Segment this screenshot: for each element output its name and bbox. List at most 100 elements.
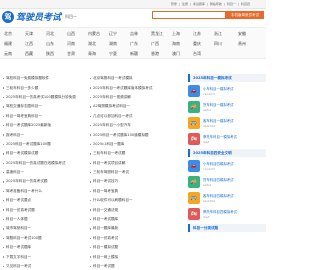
article-link[interactable]: 2025年科目一视频讲解 [90, 93, 152, 102]
province-link[interactable]: 云南 [4, 51, 12, 57]
province-link[interactable]: 北京 [4, 31, 12, 37]
site-logo[interactable]: 驾 驾驶员考试 科目一 [2, 10, 77, 23]
article-link[interactable]: A2驾照模拟考试科目一 [90, 102, 152, 111]
article-link[interactable]: 2025科目一考试题库100题 [3, 140, 76, 149]
bullet-icon [3, 209, 5, 211]
article-link[interactable]: 城市驾驶科目一 [3, 224, 76, 233]
province-link[interactable]: 西藏 [25, 51, 33, 57]
article-link[interactable]: 科目一仿真考试 [90, 234, 152, 243]
article-link[interactable]: 科目一仿真考试题 [3, 205, 76, 214]
mobile-version-button[interactable]: 手机版驾驶员考试 [226, 11, 264, 19]
province-link[interactable]: 新疆 [130, 51, 138, 57]
exam-card[interactable]: 🚚 货车科目四模拟考试 a2/b2 [188, 175, 266, 189]
exam-card[interactable]: 🏍 摩托车科目一模拟考试 d/e/f [188, 132, 266, 146]
article-link[interactable]: 科目一考试要点 [3, 196, 76, 205]
article-link[interactable]: 科目一模拟试题 [90, 243, 152, 252]
province-link[interactable]: 山西 [67, 31, 75, 37]
top-link[interactable]: 注册 [182, 2, 188, 6]
province-link[interactable]: 江西 [25, 41, 33, 47]
province-link[interactable]: 重庆 [193, 41, 201, 47]
exam-card[interactable]: 🚌 客车科目一模拟考试 a1/a3/b1 [188, 116, 266, 130]
exam-card-text: 小车科目四模拟考试 c1/c2/c3 [203, 161, 234, 171]
province-link[interactable]: 澳门 [172, 51, 180, 57]
article-link[interactable]: 报考科目一 [3, 130, 76, 139]
province-link[interactable]: 青海 [88, 51, 96, 57]
article-link[interactable]: 科目一考试题 [90, 262, 152, 270]
article-link[interactable]: 2025年科目一仿真试题在线模拟考试 [3, 159, 76, 168]
article-link[interactable]: 什么软件可以刷题科目一 [90, 196, 152, 205]
article-link[interactable]: 科目一网上模拟 [90, 252, 152, 261]
province-link[interactable]: 山东 [46, 41, 54, 47]
article-link[interactable]: 科目一交通法规 [90, 205, 152, 214]
province-link[interactable]: 湖南 [109, 41, 117, 47]
article-link[interactable]: 科目一考试题库 [3, 243, 76, 252]
province-link[interactable]: 福建 [4, 41, 12, 47]
top-link-divider: | [178, 2, 180, 6]
article-link[interactable]: 2025年科目一仿真考试100题模拟分钟免费 [3, 93, 76, 102]
province-link[interactable]: 海南 [172, 41, 180, 47]
article-link[interactable]: 驾考准备科目一考什么 [3, 187, 76, 196]
article-link[interactable]: 三轮车驾照科目一考试 [90, 168, 152, 177]
province-link[interactable]: 黑龙江 [151, 31, 163, 37]
article-link[interactable]: 三轮车科目一多少题 [3, 83, 76, 92]
province-link[interactable]: 台湾 [193, 51, 201, 57]
article-title: 三轮车驾照科目一考试 [92, 170, 129, 175]
province-link[interactable]: 甘肃 [67, 51, 75, 57]
province-link[interactable]: 广西 [151, 41, 159, 47]
article-link[interactable]: 科目一考试技巧 [90, 177, 152, 186]
article-link[interactable]: 科目一考试模拟试题 [3, 149, 76, 158]
exam-card-license-types: a1/a3/b1 [203, 199, 216, 203]
article-link[interactable]: 高速科目一 [3, 168, 76, 177]
province-link[interactable]: 贵州 [238, 41, 246, 47]
top-link[interactable]: 科目一 [227, 2, 236, 6]
exam-card[interactable]: 🚗 小车科目四模拟考试 c1/c2/c3 [188, 159, 266, 173]
top-bar: 登录 | 注册 | 考试题库 | 网站导航 | 科目一 | 科目四 [0, 0, 266, 9]
top-link[interactable]: 登录 [171, 2, 177, 6]
article-link[interactable]: 2025科目一考试题库100道模拟题 [90, 130, 152, 139]
province-link[interactable]: 湖北 [88, 41, 96, 47]
search-input[interactable] [153, 12, 225, 18]
article-link[interactable]: 科目一驾考宝典科目一 [3, 112, 76, 121]
province-link[interactable]: 江苏 [193, 31, 201, 37]
province-link[interactable]: 四川 [214, 41, 222, 47]
top-link[interactable]: 考试题库 [193, 2, 205, 6]
article-link[interactable]: 2025c1科目一题库 [90, 140, 152, 149]
article-link[interactable]: 驾校科目一免费模拟题软件 [3, 74, 76, 83]
province-link[interactable]: 陕西 [46, 51, 54, 57]
province-link[interactable]: 辽宁 [109, 31, 117, 37]
exam-card[interactable]: 🚗 小车科目一模拟考试 c1/c2/c3 [188, 84, 266, 98]
article-link[interactable]: 驾校交通标志图科目一 [3, 102, 76, 111]
top-link[interactable]: 科目四 [241, 2, 250, 6]
exam-card[interactable]: 🏍 摩托车科目四模拟考试 d/e/f [188, 207, 266, 221]
province-link[interactable]: 浙江 [214, 31, 222, 37]
exam-card[interactable]: 🚌 客车科目四模拟考试 a1/a3/b1 [188, 191, 266, 205]
article-link[interactable]: 2025年科目一考试题库版本模拟考试 [90, 83, 152, 92]
province-link[interactable]: 内蒙古 [88, 31, 100, 37]
article-link[interactable]: 2025年科目一仿真考试题 [3, 177, 76, 186]
exam-card[interactable]: 🚚 货车科目一模拟考试 a2/b2 [188, 100, 266, 114]
article-link[interactable]: 北京驾照科目一考试模拟 [90, 74, 152, 83]
province-link[interactable]: 香港 [151, 51, 159, 57]
article-link[interactable]: 科目一考试项目讲解 [90, 159, 152, 168]
article-link[interactable]: 下载文字科目一 [3, 252, 76, 261]
article-link[interactable]: 几点可以参加科目一考试 [90, 112, 152, 121]
top-link-divider: | [237, 2, 239, 6]
province-link[interactable]: 广东 [130, 41, 138, 47]
province-link[interactable]: 吉林 [130, 31, 138, 37]
province-link[interactable]: 上海 [172, 31, 180, 37]
article-link[interactable]: 科目一人体题 [3, 215, 76, 224]
article-link[interactable]: 2025年科目一小型汽车 [90, 121, 152, 130]
province-link[interactable]: 河北 [46, 31, 54, 37]
province-link[interactable]: 安徽 [238, 31, 246, 37]
province-link[interactable]: 天津 [25, 31, 33, 37]
province-link[interactable]: 河南 [67, 41, 75, 47]
province-link[interactable]: 宁夏 [109, 51, 117, 57]
article-link[interactable]: 科目一考试题库 [90, 215, 152, 224]
article-link[interactable]: 三轮车科目一考试题 [90, 149, 152, 158]
article-link[interactable]: 又见科目一考试 [3, 262, 76, 270]
article-link[interactable]: 科目一驾考宝典 [90, 187, 152, 196]
article-link[interactable]: 科目一考试题库2025最新版 [3, 121, 76, 130]
article-link[interactable]: 科目一题库最新 [90, 224, 152, 233]
top-link[interactable]: 网站导航 [210, 2, 222, 6]
article-link[interactable]: 驾照科目一考试100题 [3, 234, 76, 243]
